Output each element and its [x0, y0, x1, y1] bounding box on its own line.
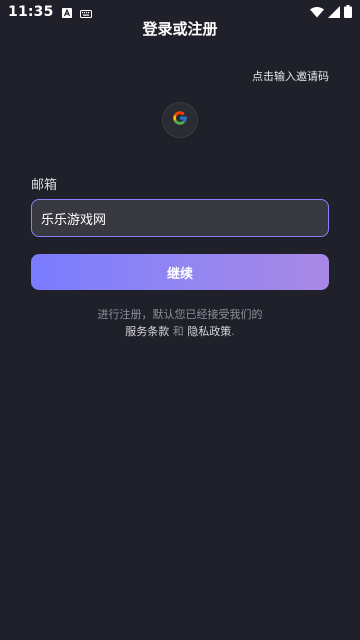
google-icon	[172, 110, 188, 130]
invite-code-link[interactable]: 点击输入邀请码	[252, 68, 329, 84]
continue-button-label: 继续	[166, 266, 193, 282]
terms-line-2: 服务条款 和 隐私政策.	[0, 323, 360, 340]
privacy-policy-link[interactable]: 隐私政策	[187, 325, 231, 338]
terms-line-1: 进行注册，默认您已经接受我们的	[97, 308, 263, 321]
terms-notice: 进行注册，默认您已经接受我们的 服务条款 和 隐私政策.	[0, 306, 360, 340]
continue-button[interactable]: 继续	[31, 254, 329, 290]
email-input[interactable]: 乐乐游戏网	[31, 199, 329, 237]
google-login-button[interactable]	[162, 102, 198, 138]
page-title: 登录或注册	[142, 20, 218, 38]
terms-period: .	[231, 325, 235, 338]
email-label: 邮箱	[31, 178, 58, 193]
terms-of-service-link[interactable]: 服务条款	[125, 325, 169, 338]
email-input-value: 乐乐游戏网	[41, 212, 107, 228]
terms-and-text: 和	[172, 325, 184, 338]
